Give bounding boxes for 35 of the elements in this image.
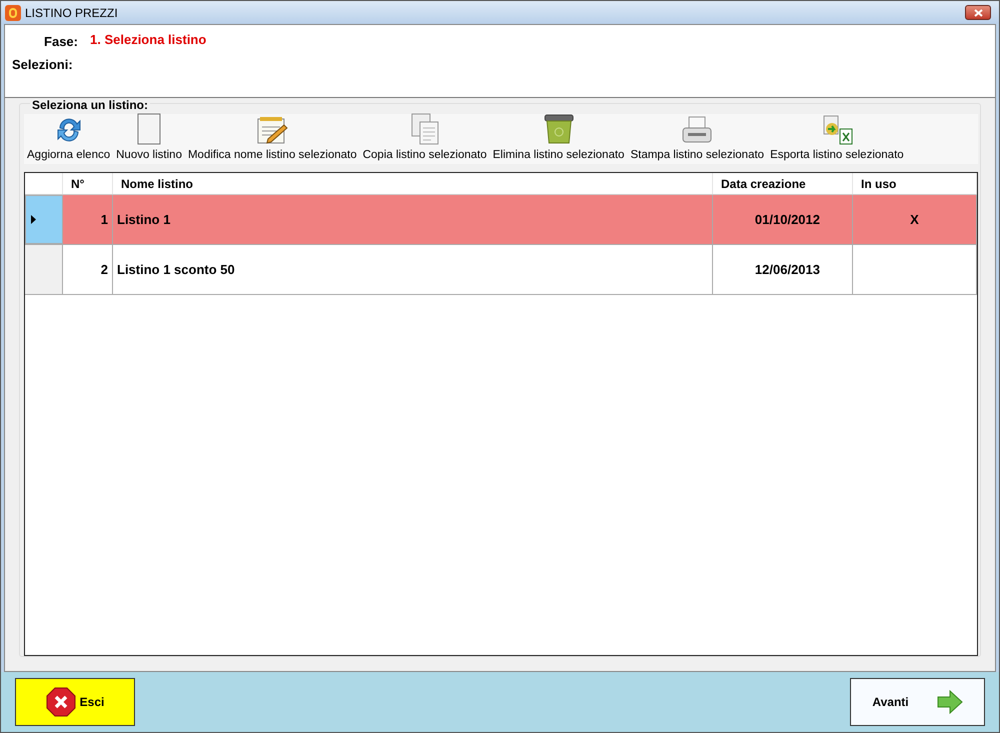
- toolbar-button[interactable]: Modifica nome listino selezionato: [184, 112, 360, 164]
- table-cell-text: X: [910, 210, 919, 229]
- row-header[interactable]: [25, 195, 63, 244]
- table-row[interactable]: 1 Listino 1 01/10/2012 X: [25, 195, 977, 245]
- error-icon: [46, 687, 76, 717]
- exit-button[interactable]: Esci: [15, 678, 135, 726]
- toolbar-button[interactable]: Nuovo listino: [113, 112, 185, 164]
- close-button[interactable]: [965, 5, 991, 20]
- column-header[interactable]: In uso: [853, 173, 977, 194]
- toolbar-button[interactable]: Esporta listino selezionato: [767, 112, 907, 164]
- window-title: LISTINO PREZZI: [25, 4, 118, 22]
- toolbar-button[interactable]: Stampa listino selezionato: [627, 112, 768, 164]
- column-header[interactable]: Data creazione: [713, 173, 853, 194]
- app-logo-icon: [5, 4, 21, 20]
- column-header[interactable]: Nome listino: [113, 173, 713, 194]
- current-row-icon: [31, 215, 36, 224]
- table-cell-text: 12/06/2013: [754, 260, 820, 279]
- toolbar-button[interactable]: Copia listino selezionato: [360, 112, 490, 164]
- phase-label: Fase:: [43, 33, 78, 51]
- row-header[interactable]: [25, 245, 63, 294]
- close-icon: [974, 8, 982, 16]
- table-row[interactable]: 2 Listino 1 sconto 50 12/06/2013: [25, 245, 977, 295]
- table-cell-text: 1: [100, 210, 108, 229]
- trash-bin-icon: [542, 112, 575, 145]
- column-header[interactable]: N°: [63, 173, 113, 194]
- table-cell-text: 2: [100, 260, 108, 279]
- toolbar-button[interactable]: Elimina listino selezionato: [490, 112, 628, 164]
- table-cell-text: 01/10/2012: [754, 210, 820, 229]
- table-cell-text: Listino 1 sconto 50: [117, 260, 235, 279]
- selections-label: Selezioni:: [12, 56, 73, 72]
- phase-value: 1. Seleziona listino: [90, 31, 206, 49]
- table-cell-text: Listino 1: [117, 210, 170, 229]
- arrow-right-icon: [936, 690, 963, 714]
- toolbar-button[interactable]: Aggiorna elenco: [24, 112, 114, 164]
- next-button[interactable]: Avanti: [850, 678, 985, 726]
